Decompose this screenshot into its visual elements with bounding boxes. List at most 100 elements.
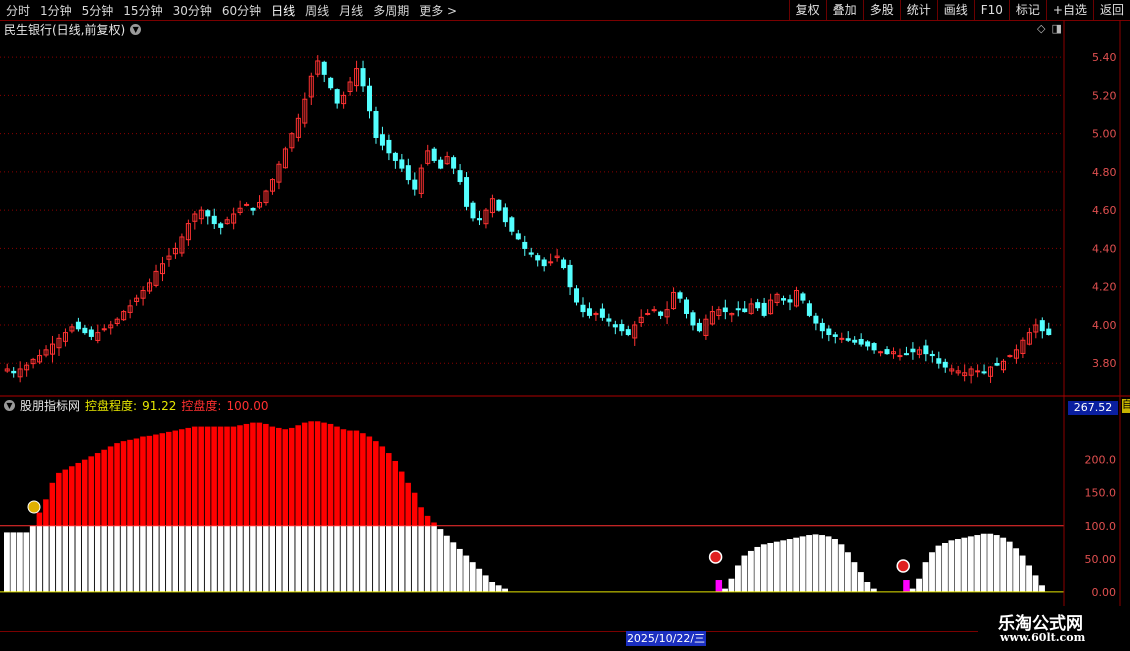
candle-body [367, 85, 373, 112]
indicator-bar-white [120, 525, 127, 592]
candle-body [392, 152, 398, 161]
candle-body [813, 315, 819, 324]
indicator-bar-white [476, 568, 483, 592]
candle-body [211, 215, 217, 225]
indicator-bar-white [844, 552, 851, 592]
candle-body [619, 324, 625, 332]
candle-body [800, 293, 806, 301]
candle-body [878, 351, 884, 354]
indicator-bar-white [327, 525, 334, 592]
indicator-bar-white [935, 545, 942, 592]
indicator-bar-red [366, 436, 373, 526]
indicator-bar-white [967, 536, 974, 592]
indicator-tick-label: 50.00 [1085, 553, 1117, 566]
candle-body [787, 299, 793, 303]
indicator-bar-red [275, 427, 282, 526]
indicator-bar-red [236, 425, 243, 526]
watermark-url: www.60lt.com [1000, 631, 1086, 644]
indicator-bar-red [165, 431, 172, 526]
indicator-bar-white [767, 542, 774, 592]
candle-body [548, 261, 554, 264]
candle-body [580, 304, 586, 313]
candle-body [606, 318, 612, 322]
indicator-bar-white [418, 525, 424, 592]
candle-body [405, 165, 411, 181]
indicator-bar-white [760, 544, 767, 592]
indicator-bar-white [139, 525, 146, 592]
indicator-bar-white [974, 535, 981, 592]
indicator-current-value: 267.52 [1068, 401, 1118, 415]
candle-body [651, 309, 657, 312]
candle-body [696, 322, 702, 332]
indicator-bar-white [88, 525, 94, 592]
candle-body [515, 233, 521, 240]
indicator-bar-white [819, 535, 825, 592]
indicator-bar-red [392, 460, 399, 526]
indicator-bar-red [269, 426, 276, 526]
indicator-bar-white [443, 535, 450, 592]
candle-body [451, 157, 457, 169]
indicator-bar-white [346, 525, 353, 592]
indicator-bar-red [295, 425, 301, 526]
indicator-selector[interactable]: 自 [1122, 399, 1130, 413]
candle-body [832, 334, 838, 337]
indicator-tick-label: 150.0 [1085, 487, 1117, 500]
indicator-bar-white [236, 525, 243, 592]
indicator-bar-white [49, 525, 56, 592]
candle-body [205, 210, 211, 217]
indicator-value-1: 91.22 [142, 398, 177, 413]
candle-body [88, 329, 94, 337]
indicator-bar-red [346, 430, 353, 526]
indicator-bar-white [786, 539, 793, 592]
candle-body [658, 311, 664, 316]
candle-body [528, 252, 534, 255]
indicator-bar-white [987, 533, 994, 592]
indicator-bar-white [780, 540, 787, 592]
indicator-bar-white [81, 525, 88, 592]
candle-body [683, 299, 689, 314]
indicator-bar-white [405, 525, 411, 592]
indicator-axis: 0.00 50.00 100.0 150.0 200.0 [1085, 454, 1117, 599]
indicator-bar-white [450, 542, 457, 592]
indicator-bar-white [922, 562, 929, 592]
indicator-bar-white [392, 525, 399, 592]
indicator-bar-red [146, 435, 153, 526]
indicator-label-2: 控盘度: [181, 399, 222, 413]
price-tick-label: 4.80 [1092, 166, 1117, 179]
indicator-bar-red [75, 462, 82, 526]
price-axis: 3.80 4.00 4.20 4.40 4.60 4.80 5.00 5.20 5.40 [1092, 51, 1117, 370]
candle-body [360, 68, 366, 87]
watermark-logo: 乐淘公式网 www.60lt.com [978, 606, 1130, 650]
candle-body [923, 345, 929, 355]
indicator-bar-white [353, 525, 360, 592]
indicator-bar-red [42, 499, 49, 526]
indicator-bar-white [851, 562, 858, 592]
indicator-bar-white [191, 525, 198, 592]
indicator-bar-white [314, 525, 321, 592]
candle-body [839, 337, 845, 340]
candle-body [464, 177, 470, 207]
price-tick-label: 4.40 [1092, 242, 1117, 255]
indicator-bar-red [172, 430, 179, 526]
indicator-name: 股朋指标网 [20, 399, 81, 413]
indicator-bar-red [398, 471, 405, 526]
candle-body [975, 370, 981, 373]
indicator-bar-white [62, 525, 69, 592]
candle-body [645, 312, 651, 315]
indicator-bar-white [107, 525, 114, 592]
indicator-bar-white [825, 536, 832, 592]
kline-chart[interactable]: 3.80 4.00 4.20 4.40 4.60 4.80 5.00 5.20 5.40 0.0… [0, 0, 1130, 650]
indicator-bar-white [1026, 565, 1032, 592]
indicator-bar-white [411, 525, 418, 592]
indicator-bar-white [735, 565, 741, 592]
indicator-bar-white [372, 525, 379, 592]
indicator-bar-white [75, 525, 82, 592]
candlestick-series [4, 55, 1052, 384]
indicator-bar-white [223, 525, 230, 592]
candle-body [476, 218, 482, 221]
chevron-down-icon[interactable]: ▼ [4, 400, 15, 411]
indicator-bar-white [838, 544, 845, 592]
price-tick-label: 5.00 [1092, 128, 1117, 141]
candle-body [244, 203, 250, 206]
indicator-bar-white [806, 535, 813, 592]
